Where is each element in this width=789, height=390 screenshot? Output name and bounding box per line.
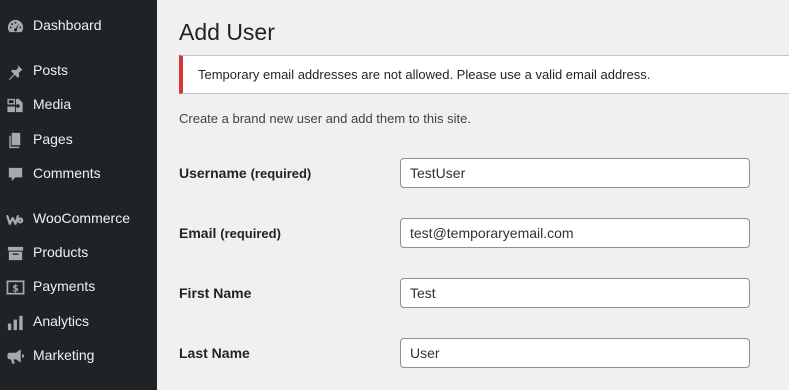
- form-row-last-name: Last Name: [179, 338, 779, 368]
- payments-icon: $: [5, 277, 25, 297]
- pin-icon: [5, 61, 25, 81]
- sidebar-item-media[interactable]: Media: [0, 87, 157, 121]
- page-description: Create a brand new user and add them to …: [179, 111, 471, 126]
- page-title: Add User: [179, 19, 275, 45]
- sidebar-item-products[interactable]: Products: [0, 235, 157, 269]
- svg-text:$: $: [12, 283, 19, 294]
- pages-icon: [5, 130, 25, 150]
- username-field[interactable]: [400, 158, 750, 188]
- last-name-field[interactable]: [400, 338, 750, 368]
- first-name-label: First Name: [179, 285, 252, 301]
- last-name-label: Last Name: [179, 345, 250, 361]
- sidebar-item-label: Posts: [33, 62, 69, 78]
- sidebar-item-label: Payments: [33, 278, 96, 294]
- sidebar-item-label: WooCommerce: [33, 210, 130, 226]
- sidebar-item-label: Dashboard: [33, 17, 102, 33]
- dashboard-icon: [5, 16, 25, 36]
- media-icon: [5, 95, 25, 115]
- form-row-username: Username (required): [179, 158, 779, 188]
- sidebar-item-dashboard[interactable]: Dashboard: [0, 8, 157, 42]
- first-name-field[interactable]: [400, 278, 750, 308]
- bar-chart-icon: [5, 312, 25, 332]
- required-note: (required): [220, 226, 281, 241]
- sidebar-item-label: Media: [33, 96, 72, 112]
- sidebar-item-payments[interactable]: $ Payments: [0, 269, 157, 303]
- username-label: Username (required): [179, 165, 312, 181]
- sidebar-item-label: Analytics: [33, 313, 90, 329]
- sidebar-item-analytics[interactable]: Analytics: [0, 304, 157, 338]
- archive-box-icon: [5, 243, 25, 263]
- error-notice: Temporary email addresses are not allowe…: [179, 55, 789, 94]
- sidebar-item-comments[interactable]: Comments: [0, 156, 157, 190]
- sidebar-item-woocommerce[interactable]: WooCommerce: [0, 201, 157, 235]
- email-label: Email (required): [179, 225, 281, 241]
- sidebar-item-posts[interactable]: Posts: [0, 53, 157, 87]
- error-notice-text: Temporary email addresses are not allowe…: [198, 67, 651, 82]
- comment-icon: [5, 164, 25, 184]
- admin-sidebar: Dashboard Posts Media Pages Comments Woo…: [0, 0, 157, 390]
- sidebar-item-pages[interactable]: Pages: [0, 122, 157, 156]
- required-note: (required): [250, 166, 312, 181]
- sidebar-item-marketing[interactable]: Marketing: [0, 338, 157, 372]
- sidebar-item-label: Pages: [33, 131, 73, 147]
- sidebar-item-label: Products: [33, 244, 89, 260]
- sidebar-item-label: Comments: [33, 165, 101, 181]
- form-row-first-name: First Name: [179, 278, 779, 308]
- main-content: Add User Temporary email addresses are n…: [157, 0, 789, 390]
- sidebar-item-label: Marketing: [33, 347, 95, 363]
- megaphone-icon: [5, 346, 25, 366]
- woocommerce-icon: [5, 209, 25, 229]
- email-field[interactable]: [400, 218, 750, 248]
- form-row-email: Email (required): [179, 218, 779, 248]
